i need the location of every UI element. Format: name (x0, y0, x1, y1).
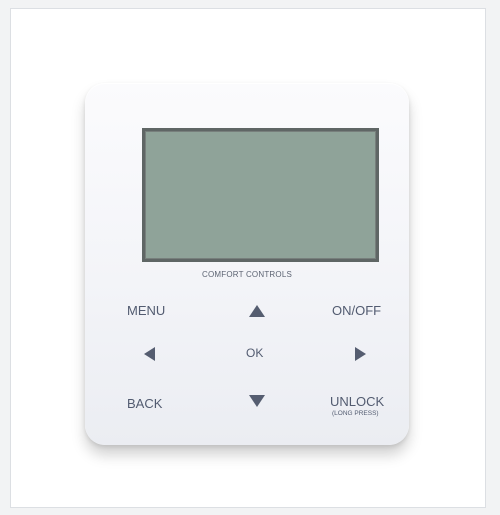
unlock-button[interactable]: UNLOCK (330, 394, 384, 409)
menu-button[interactable]: MENU (127, 303, 165, 318)
on-off-button[interactable]: ON/OFF (332, 303, 381, 318)
right-arrow-icon[interactable] (355, 347, 366, 361)
down-arrow-icon[interactable] (249, 395, 265, 407)
brand-label: COMFORT CONTROLS (201, 270, 293, 279)
up-arrow-icon[interactable] (249, 305, 265, 317)
unlock-hint-label: (LONG PRESS) (332, 410, 379, 417)
ok-button[interactable]: OK (246, 346, 263, 360)
back-button[interactable]: BACK (127, 396, 162, 411)
left-arrow-icon[interactable] (144, 347, 155, 361)
thermostat-panel: COMFORT CONTROLS MENU ON/OFF OK BACK UNL… (85, 83, 409, 445)
lcd-screen (142, 128, 379, 262)
